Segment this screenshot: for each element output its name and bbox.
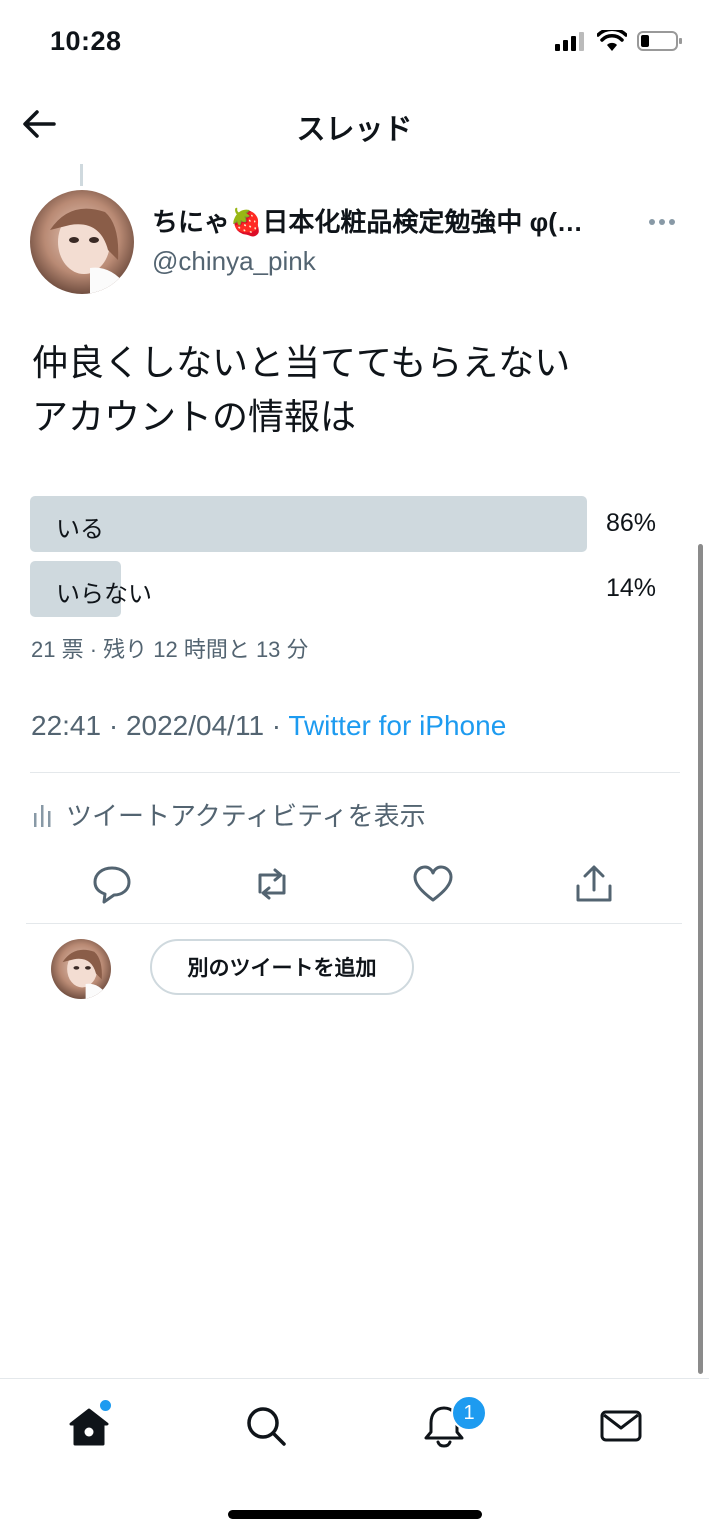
retweet-icon[interactable] (250, 862, 294, 906)
poll-option-label: いらない (56, 581, 152, 608)
status-time: 10:28 (50, 26, 122, 56)
poll-option-percent: 14% (605, 574, 656, 602)
search-icon[interactable] (242, 1402, 290, 1450)
handle[interactable]: @chinya_pink (152, 246, 316, 277)
tweet-timestamp: 22:41 · 2022/04/11 · Twitter for iPhone (31, 710, 506, 742)
messages-icon[interactable] (597, 1402, 645, 1450)
wifi-icon (597, 30, 627, 51)
poll-option-label: いる (56, 516, 104, 543)
poll-option: いらない 14% (30, 561, 658, 617)
poll-meta: 21 票 · 残り 12 時間と 13 分 (31, 637, 309, 662)
display-name[interactable]: ちにゃ🍓日本化粧品検定勉強中 φ(… (152, 202, 632, 239)
tweet-text: 仲良くしないと当ててもらえない アカウントの情報は (32, 336, 672, 444)
display-name-text: ちにゃ🍓日本化粧品検定勉強中 φ(… (152, 207, 583, 237)
status-icons (555, 30, 683, 52)
like-icon[interactable] (411, 862, 455, 906)
reply-icon[interactable] (90, 862, 134, 906)
avatar[interactable] (30, 190, 134, 294)
activity-label: ツイートアクティビティを表示 (66, 801, 426, 831)
share-icon[interactable] (572, 862, 616, 906)
poll-bar (30, 496, 587, 552)
page-title: スレッド (296, 114, 413, 146)
divider (26, 923, 682, 924)
add-tweet-button[interactable]: 別のツイートを追加 (150, 939, 414, 995)
analytics-icon (34, 804, 51, 827)
divider (30, 772, 680, 773)
home-indicator (228, 1510, 482, 1519)
notification-badge: 1 (451, 1395, 487, 1431)
more-icon[interactable] (648, 214, 676, 230)
tweet-text-line: アカウントの情報は (32, 396, 357, 437)
poll-option-percent: 86% (605, 509, 656, 537)
scrollbar[interactable] (698, 544, 703, 1374)
source-link[interactable]: Twitter for iPhone (288, 710, 506, 741)
signal-icon (555, 32, 584, 51)
battery-icon (637, 31, 682, 51)
tweet-activity-link[interactable]: ツイートアクティビティを表示 (32, 796, 426, 833)
timestamp-text: 22:41 · 2022/04/11 · (31, 710, 289, 741)
tweet-text-line: 仲良くしないと当ててもらえない (32, 342, 571, 383)
tabbar-divider (0, 1378, 709, 1379)
user-avatar[interactable] (51, 939, 111, 999)
home-new-dot (98, 1398, 113, 1413)
thread-line (80, 164, 83, 186)
poll-option: いる 86% (30, 496, 658, 552)
